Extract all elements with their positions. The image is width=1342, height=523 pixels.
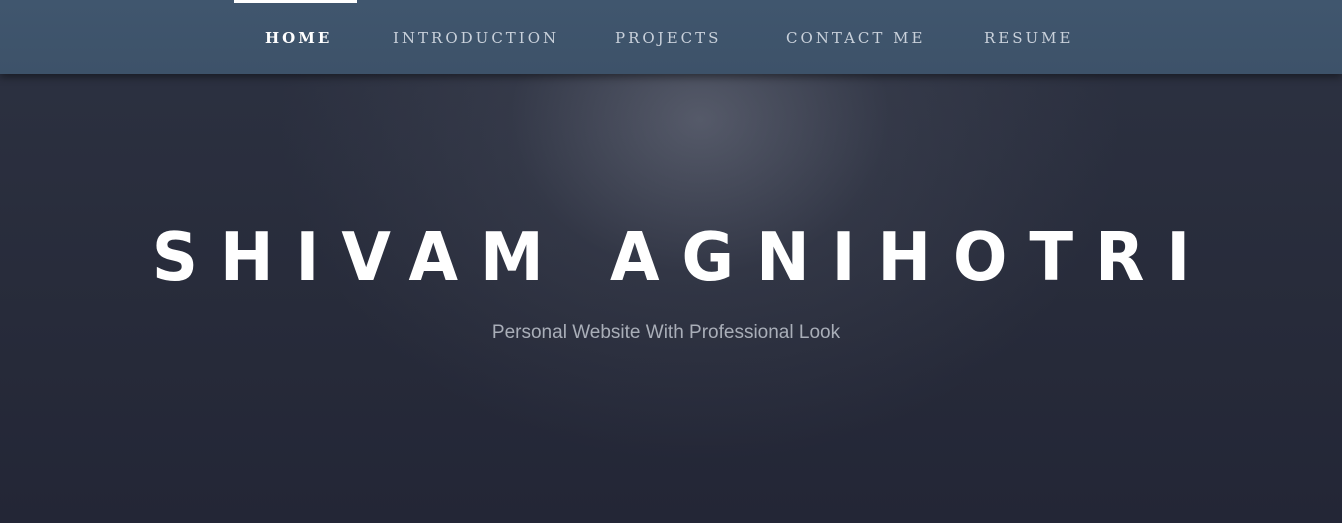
hero-subtitle: Personal Website With Professional Look bbox=[491, 322, 841, 343]
nav-contact-me-link[interactable]: CONTACT ME bbox=[786, 0, 925, 74]
nav-resume-link[interactable]: RESUME bbox=[984, 0, 1073, 74]
top-navbar: HOME INTRODUCTION PROJECTS CONTACT ME RE… bbox=[0, 0, 1342, 74]
nav-projects-link[interactable]: PROJECTS bbox=[615, 0, 721, 74]
nav-introduction-link[interactable]: INTRODUCTION bbox=[393, 0, 559, 74]
hero-title: SHIVAM AGNIHOTRI bbox=[151, 219, 1213, 297]
nav-home-link[interactable]: HOME bbox=[265, 0, 332, 74]
